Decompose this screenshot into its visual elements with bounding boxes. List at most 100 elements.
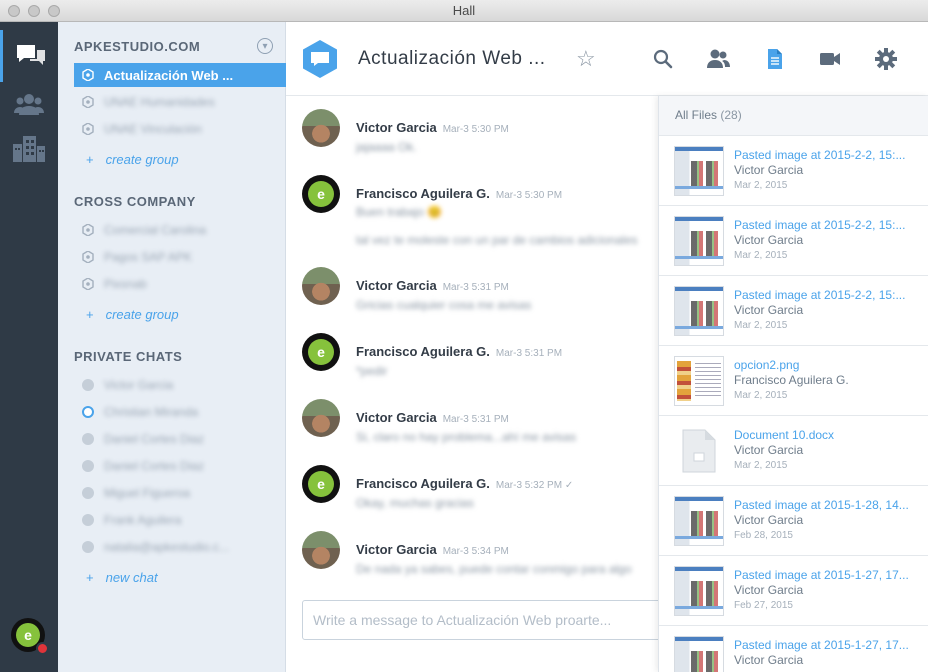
file-name[interactable]: Pasted image at 2015-1-27, 17... [734,568,919,582]
sidebar-chat-2[interactable]: Christian Miranda [74,400,286,424]
file-item[interactable]: Pasted image at 2015-2-2, 15:... Victor … [659,206,928,276]
message-author: Victor Garcia Mar-3 5:30 PM [356,120,509,135]
file-item[interactable]: Pasted image at 2015-2-2, 15:... Victor … [659,276,928,346]
gear-icon[interactable] [875,48,897,70]
create-group-link-cross[interactable]: + create group [86,307,179,322]
file-item[interactable]: opcion2.png Francisco Aguilera G. Mar 2,… [659,346,928,416]
sidebar-group-unae-vinculacion[interactable]: UNAE Vinculación [74,117,286,141]
section-title-cross-company: CROSS COMPANY [74,194,196,209]
rail-company-button[interactable] [0,122,58,174]
search-icon[interactable] [652,48,674,70]
sidebar-chat-1[interactable]: Victor Garcia [74,373,286,397]
message-time: Mar-3 5:31 PM [442,282,509,293]
current-user-avatar[interactable]: e [11,618,49,655]
message-author: Victor Garcia Mar-3 5:31 PM [356,410,509,425]
file-name[interactable]: Pasted image at 2015-2-2, 15:... [734,148,919,162]
sidebar-chat-label: Daniel Cortes Diaz [104,459,205,473]
file-thumbnail [674,146,724,196]
files-icon[interactable] [764,48,786,70]
author-name[interactable]: Victor Garcia [356,542,437,557]
message-time: Mar-3 5:34 PM [442,546,509,557]
new-chat-label: new chat [105,570,158,585]
file-thumbnail [674,426,724,476]
sidebar-group-actualizacion-web[interactable]: Actualización Web ... [74,63,286,87]
sidebar-group-label: UNAE Vinculación [104,122,202,136]
close-window-button[interactable] [8,5,20,17]
collapse-toggle[interactable]: ▾ [257,38,273,54]
file-name[interactable]: Pasted image at 2015-1-28, 14... [734,498,919,512]
members-icon[interactable] [706,48,730,70]
room-title: Actualización Web ... [358,48,546,69]
author-name[interactable]: Victor Garcia [356,278,437,293]
create-group-label: create group [105,152,179,167]
file-item[interactable]: Pasted image at 2015-1-28, 14... Victor … [659,486,928,556]
presence-dot-icon [82,379,94,391]
section-title-private-chats: PRIVATE CHATS [74,349,183,364]
company-building-icon [13,136,45,162]
sidebar-chat-label: Frank Aguilera [104,513,182,527]
rail-chats-button[interactable] [0,30,58,82]
sidebar-group-cross-2[interactable]: Pagos SAP APK [74,245,286,269]
message-author: Francisco Aguilera G. Mar-3 5:30 PM [356,186,562,201]
files-count: (28) [720,108,742,122]
avatar[interactable] [302,531,340,569]
window-titlebar: Hall [0,0,928,22]
file-thumbnail [674,636,724,672]
sidebar-group-cross-1[interactable]: Comercial Carolina [74,218,286,242]
file-item[interactable]: Pasted image at 2015-1-27, 17... Victor … [659,626,928,672]
message-list[interactable]: Victor Garcia Mar-3 5:30 PM jajaaaa Ok. e… [286,97,658,585]
files-title: All Files [675,108,718,122]
create-group-link[interactable]: + create group [86,152,179,167]
app-rail: e [0,22,58,672]
author-name[interactable]: Francisco Aguilera G. [356,186,490,201]
file-name[interactable]: opcion2.png [734,358,919,372]
sidebar-chat-4[interactable]: Daniel Cortes Diaz [74,454,286,478]
author-name[interactable]: Francisco Aguilera G. [356,344,490,359]
file-thumbnail [674,216,724,266]
sidebar-group-unae-humanidades[interactable]: UNAE Humanidades [74,90,286,114]
avatar-letter: e [308,471,334,497]
author-name[interactable]: Victor Garcia [356,410,437,425]
message-input[interactable] [302,600,662,640]
create-group-label: create group [105,307,179,322]
sidebar-chat-3[interactable]: Daniel Cortes Diaz [74,427,286,451]
message-text: tal vez te moleste con un par de cambios… [356,233,638,247]
zoom-window-button[interactable] [48,5,60,17]
sidebar-chat-label: natalia@apkestudio.c... [104,540,229,554]
file-uploader: Victor Garcia [734,303,804,317]
sidebar-group-label: Comercial Carolina [104,223,207,237]
avatar[interactable] [302,399,340,437]
author-name[interactable]: Victor Garcia [356,120,437,135]
sidebar-chat-7[interactable]: natalia@apkestudio.c... [74,535,286,559]
file-name[interactable]: Document 10.docx [734,428,919,442]
mobile-presence-icon [82,406,94,418]
avatar[interactable]: e [302,465,340,503]
file-name[interactable]: Pasted image at 2015-2-2, 15:... [734,288,919,302]
presence-dot-icon [82,514,94,526]
file-item[interactable]: Pasted image at 2015-2-2, 15:... Victor … [659,136,928,206]
file-uploader: Victor Garcia [734,163,804,177]
sidebar-chat-label: Victor Garcia [104,378,174,392]
sidebar: APKESTUDIO.COM ▾ Actualización Web ... U… [58,22,286,672]
message-text: De nada ya sabes, puede contar conmigo p… [356,562,632,576]
new-chat-link[interactable]: + new chat [86,570,158,585]
presence-dot-icon [82,460,94,472]
star-favorite-icon[interactable]: ☆ [576,46,596,72]
avatar[interactable]: e [302,175,340,213]
plus-icon: + [86,307,94,322]
file-name[interactable]: Pasted image at 2015-1-27, 17... [734,638,919,652]
avatar[interactable]: e [302,333,340,371]
avatar[interactable] [302,267,340,305]
file-name[interactable]: Pasted image at 2015-2-2, 15:... [734,218,919,232]
sidebar-chat-5[interactable]: Miguel Figueroa [74,481,286,505]
file-item[interactable]: Pasted image at 2015-1-27, 17... Victor … [659,556,928,626]
sidebar-group-cross-3[interactable]: Pixsnab [74,272,286,296]
author-name[interactable]: Francisco Aguilera G. [356,476,490,491]
window-title: Hall [452,3,476,18]
file-item[interactable]: Document 10.docx Victor Garcia Mar 2, 20… [659,416,928,486]
video-icon[interactable] [819,48,841,70]
minimize-window-button[interactable] [28,5,40,17]
people-icon [14,94,44,115]
sidebar-chat-6[interactable]: Frank Aguilera [74,508,286,532]
avatar[interactable] [302,109,340,147]
